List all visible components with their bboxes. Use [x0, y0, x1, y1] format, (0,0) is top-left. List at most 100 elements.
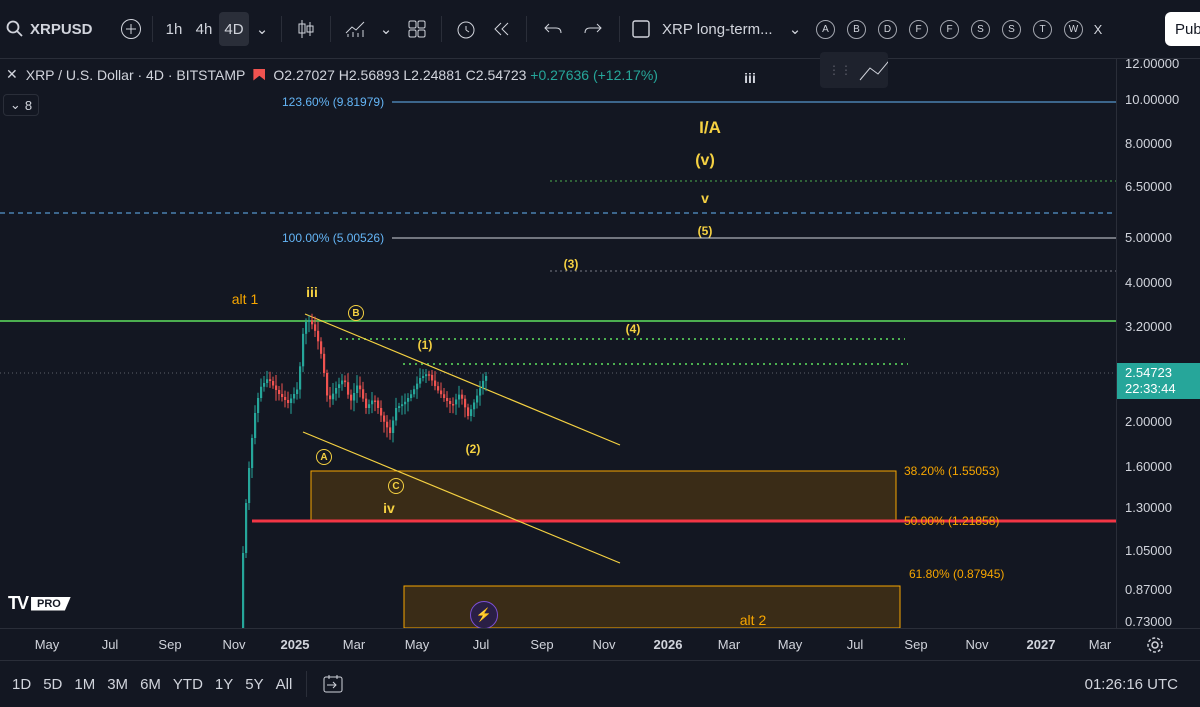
indicators-collapse-button[interactable]: ⌄ 8	[3, 94, 39, 116]
range-1m[interactable]: 1M	[74, 676, 95, 693]
fib-618-label: 61.80% (0.87945)	[909, 567, 1005, 581]
time-tick: May	[404, 637, 430, 652]
candle-body	[461, 394, 464, 399]
candles-icon	[298, 20, 314, 38]
alert-button[interactable]	[448, 12, 484, 46]
publish-button[interactable]: Pub	[1165, 12, 1200, 46]
symbol-search[interactable]: XRPUSD	[0, 12, 116, 46]
range-1y[interactable]: 1Y	[215, 676, 233, 693]
replay-button[interactable]	[484, 12, 520, 46]
candle-body	[410, 394, 413, 398]
price-tick: 0.87000	[1125, 582, 1172, 597]
candle-body	[326, 373, 329, 396]
candle-body	[275, 385, 278, 390]
candle-body	[365, 398, 368, 408]
candle-body	[374, 400, 377, 402]
indicator-count: 8	[24, 97, 33, 113]
flag-icon[interactable]	[253, 68, 266, 81]
letter-button-b[interactable]: B	[847, 19, 866, 39]
range-5d[interactable]: 5D	[43, 676, 62, 693]
fib-100-label: 100.00% (5.00526)	[282, 231, 385, 245]
candle-body	[422, 376, 425, 378]
drag-handle-icon[interactable]: ⋮⋮	[828, 63, 852, 77]
letter-button-d[interactable]: D	[878, 19, 897, 39]
time-tick: May	[777, 637, 803, 652]
interval-4d[interactable]: 4D	[219, 12, 249, 46]
time-tick: Nov	[222, 637, 246, 652]
interval-1h[interactable]: 1h	[159, 12, 189, 46]
grid-icon	[408, 20, 426, 38]
wave-v-label: v	[701, 190, 709, 206]
redo-button[interactable]	[573, 12, 613, 46]
layouts-button[interactable]	[399, 12, 435, 46]
price-tick: 12.00000	[1125, 56, 1180, 71]
layout-name[interactable]: XRP long-term...	[656, 12, 786, 46]
goto-date-icon[interactable]	[321, 673, 345, 695]
candle-body	[437, 386, 440, 391]
letter-button-f[interactable]: F	[909, 19, 928, 39]
candle-body	[287, 400, 290, 403]
divider	[619, 16, 620, 42]
alarm-clock-icon	[457, 21, 475, 39]
layout-dropdown[interactable]: ⌄	[786, 12, 804, 46]
candle-body	[356, 385, 359, 393]
range-5y[interactable]: 5Y	[245, 676, 263, 693]
plus-circle-icon	[121, 19, 141, 39]
chevron-down-icon: ⌄	[9, 97, 21, 112]
price-tick: 1.60000	[1125, 459, 1172, 474]
candle-body	[401, 404, 404, 407]
candle-body	[353, 393, 356, 401]
letter-button-a[interactable]: A	[816, 19, 835, 39]
drawing-widget[interactable]: ⋮⋮	[820, 52, 888, 88]
candle-body	[290, 398, 293, 403]
indicators-button[interactable]	[337, 12, 373, 46]
candle-body	[278, 390, 281, 394]
utc-clock[interactable]: 01:26:16 UTC	[1085, 676, 1178, 693]
interval-4h[interactable]: 4h	[189, 12, 219, 46]
range-6m[interactable]: 6M	[140, 676, 161, 693]
elliott-wave-icon	[859, 61, 888, 81]
candle-body	[392, 420, 395, 433]
letter-button-f2[interactable]: F	[940, 19, 959, 39]
range-1d[interactable]: 1D	[12, 676, 31, 693]
legend-high: H2.56893	[338, 66, 400, 83]
lightning-icon[interactable]: ⚡	[470, 601, 498, 629]
candle-body	[257, 398, 260, 413]
candle-body	[305, 322, 308, 334]
candle-body	[443, 394, 446, 398]
range-3m[interactable]: 3M	[107, 676, 128, 693]
chevron-down-icon: ⌄	[255, 21, 269, 38]
legend-title: XRP / U.S. Dollar · 4D · BITSTAMP	[25, 66, 246, 83]
candle-body	[362, 389, 365, 399]
layout-toggle[interactable]	[626, 12, 656, 46]
chart-pane[interactable]: ✕ XRP / U.S. Dollar · 4D · BITSTAMP O2.2…	[0, 52, 1116, 629]
letter-button-x[interactable]: X	[1089, 12, 1107, 46]
letter-button-w[interactable]: W	[1064, 19, 1083, 39]
candle-body	[284, 397, 287, 400]
top-toolbar: XRPUSD 1h 4h 4D ⌄ ⌄ XRP long-term... ⌄ A…	[0, 0, 1200, 59]
letter-button-t[interactable]: T	[1033, 19, 1052, 39]
square-icon	[632, 20, 650, 38]
letter-button-s[interactable]: S	[971, 19, 990, 39]
gear-icon[interactable]	[1146, 636, 1164, 654]
indicators-dropdown[interactable]: ⌄	[373, 12, 399, 46]
range-all[interactable]: All	[276, 676, 293, 693]
close-icon[interactable]: ✕	[6, 66, 18, 83]
candle-body	[248, 468, 251, 503]
letter-button-s2[interactable]: S	[1002, 19, 1021, 39]
candle-body	[419, 378, 422, 384]
time-axis[interactable]: May Jul Sep Nov 2025 Mar May Jul Sep Nov…	[0, 628, 1200, 661]
chart-type-button[interactable]	[288, 12, 324, 46]
candle-body	[254, 413, 257, 438]
divider	[441, 16, 442, 42]
add-symbol-button[interactable]	[116, 12, 146, 46]
undo-button[interactable]	[533, 12, 573, 46]
search-icon	[6, 20, 23, 37]
time-tick: Mar	[342, 637, 366, 652]
candle-body	[482, 380, 485, 389]
interval-dropdown[interactable]: ⌄	[249, 12, 275, 46]
candle-body	[281, 394, 284, 397]
price-axis[interactable]: 12.00000 10.00000 8.00000 6.50000 5.0000…	[1116, 56, 1200, 629]
alt1-label: alt 1	[231, 291, 259, 307]
range-ytd[interactable]: YTD	[173, 676, 203, 693]
